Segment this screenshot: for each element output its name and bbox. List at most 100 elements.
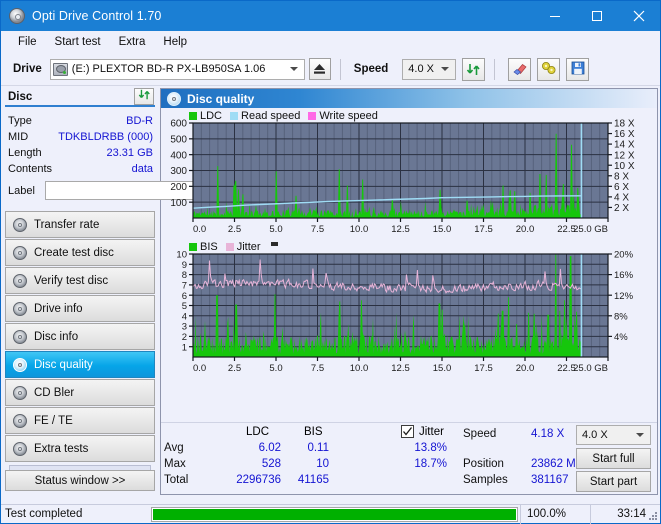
svg-text:6: 6 <box>182 291 187 302</box>
disc-panel-title: Disc <box>8 90 33 103</box>
eject-button[interactable] <box>308 58 331 80</box>
left-panel: Disc Type BD-R MID TDKBLDRBB (000) Lengt… <box>1 86 248 495</box>
sidebar-item-extra-tests[interactable]: Extra tests <box>5 435 155 462</box>
sidebar-item-transfer-rate[interactable]: Transfer rate <box>5 211 155 238</box>
svg-text:12%: 12% <box>614 291 634 302</box>
toolbar-divider-1 <box>339 58 341 80</box>
start-full-button[interactable]: Start full <box>576 448 651 469</box>
sidebar-item-label: Drive info <box>34 302 83 315</box>
legend-swatch-write-speed <box>308 112 317 120</box>
start-part-button[interactable]: Start part <box>576 471 651 492</box>
menu-file[interactable]: File <box>9 34 46 50</box>
maximize-icon[interactable] <box>576 1 618 31</box>
sidebar-item-disc-quality[interactable]: Disc quality <box>5 351 155 378</box>
svg-text:17.5: 17.5 <box>474 363 493 374</box>
svg-text:0.0: 0.0 <box>193 224 206 235</box>
speed-select-value: 4.0 X <box>408 63 434 75</box>
legend-swatch-ldc <box>189 112 197 120</box>
disc-label-row: Label <box>8 180 248 201</box>
menu-help[interactable]: Help <box>154 34 196 50</box>
jitter-label: Jitter <box>419 426 444 438</box>
main-panel: Disc quality LDC Read speed Write speed … <box>160 88 658 495</box>
save-button[interactable] <box>566 57 590 81</box>
erase-button[interactable] <box>508 57 532 81</box>
sidebar-item-label: Transfer rate <box>34 218 100 231</box>
sidebar-item-disc-info[interactable]: Disc info <box>5 323 155 350</box>
sidebar-item-verify-test-disc[interactable]: Verify test disc <box>5 267 155 294</box>
svg-text:8: 8 <box>182 270 187 281</box>
svg-text:20.0: 20.0 <box>516 363 535 374</box>
disc-contents-label: Contents <box>8 163 53 175</box>
disc-icon <box>13 245 27 260</box>
disc-icon <box>9 8 25 24</box>
legend-label-bis: BIS <box>200 241 218 253</box>
svg-text:17.5: 17.5 <box>474 224 493 235</box>
menu-bar: File Start test Extra Help <box>1 31 660 53</box>
svg-text:1: 1 <box>182 342 187 353</box>
bis-total-value: 41165 <box>297 474 329 486</box>
bitsetting-button[interactable] <box>537 57 561 81</box>
bis-chart: BIS Jitter 1 2 3 4 5 6 7 8 9 10 4% 8% 12% 16% 20% 0.0 2.… <box>161 239 657 376</box>
sidebar-item-cd-bler[interactable]: CD Bler <box>5 379 155 406</box>
disc-icon <box>13 357 27 372</box>
disc-info-row: Contents data <box>8 161 153 177</box>
toolbar: Drive (E:) PLEXTOR BD-R PX-LB950SA 1.06 … <box>1 53 660 86</box>
svg-text:25.0 GB: 25.0 GB <box>573 224 608 235</box>
eraser-icon <box>512 61 528 78</box>
disc-icon <box>13 329 27 344</box>
disc-panel-header: Disc <box>5 87 155 107</box>
svg-text:10.0: 10.0 <box>350 224 369 235</box>
disc-icon <box>13 413 27 428</box>
disc-info-row: MID TDKBLDRBB (000) <box>8 129 153 145</box>
sidebar-nav: Transfer rate Create test disc Verify te… <box>5 211 155 477</box>
speed-select[interactable]: 4.0 X <box>402 58 457 80</box>
sidebar-item-create-test-disc[interactable]: Create test disc <box>5 239 155 266</box>
body: Disc Type BD-R MID TDKBLDRBB (000) Lengt… <box>1 86 660 495</box>
svg-text:25.0 GB: 25.0 GB <box>573 363 608 374</box>
sidebar-item-fe-te[interactable]: FE / TE <box>5 407 155 434</box>
drive-select-value: (E:) PLEXTOR BD-R PX-LB950SA 1.06 <box>71 63 266 75</box>
test-speed-select[interactable]: 4.0 X <box>576 425 651 445</box>
window-title: Opti Drive Control 1.70 <box>32 9 162 23</box>
svg-text:3: 3 <box>182 322 187 333</box>
ldc-max-value: 528 <box>261 458 281 470</box>
disc-info-row: Type BD-R <box>8 113 153 129</box>
svg-text:2 X: 2 X <box>614 203 629 214</box>
svg-text:16 X: 16 X <box>614 129 635 140</box>
minimize-icon[interactable] <box>534 1 576 31</box>
disc-mid-label: MID <box>8 131 29 143</box>
status-window-button[interactable]: Status window >> <box>5 470 155 491</box>
sidebar-item-drive-info[interactable]: Drive info <box>5 295 155 322</box>
toolbar-divider-2 <box>494 58 496 80</box>
refresh-button[interactable] <box>462 57 486 81</box>
disc-icon <box>13 301 27 316</box>
jitter-checkbox[interactable] <box>401 425 414 438</box>
menu-start-test[interactable]: Start test <box>46 34 110 50</box>
svg-text:7.5: 7.5 <box>311 363 324 374</box>
status-bar: Test completed 100.0% 33:14 <box>1 504 660 524</box>
disc-type-label: Type <box>8 115 32 127</box>
bis-max-value: 10 <box>316 458 329 470</box>
svg-text:20%: 20% <box>614 250 634 261</box>
resize-grip[interactable] <box>648 511 658 521</box>
refresh-icon <box>466 62 481 77</box>
legend-label-ldc: LDC <box>200 110 223 122</box>
svg-text:2.5: 2.5 <box>228 224 241 235</box>
bitsetting-icon <box>541 61 557 78</box>
svg-text:2.5: 2.5 <box>228 363 241 374</box>
menu-extra[interactable]: Extra <box>110 34 155 50</box>
svg-text:8%: 8% <box>614 311 628 322</box>
legend-label-jitter: Jitter <box>236 241 261 253</box>
svg-text:14 X: 14 X <box>614 140 635 151</box>
disc-mid-value: TDKBLDRBB (000) <box>58 131 153 143</box>
test-speed-value: 4.0 X <box>582 429 608 441</box>
disc-icon <box>13 385 27 400</box>
disc-refresh-button[interactable] <box>134 87 154 105</box>
close-icon[interactable] <box>618 1 660 31</box>
drive-label: Drive <box>13 63 42 75</box>
svg-text:18 X: 18 X <box>614 119 635 130</box>
drive-select[interactable]: (E:) PLEXTOR BD-R PX-LB950SA 1.06 <box>49 58 305 80</box>
bis-plot: 12345678910 4% 8% 12% 16% 20% 0.0 2.5 5.0 7.5 10.0… <box>176 250 634 374</box>
sidebar-item-label: Extra tests <box>34 442 89 455</box>
svg-text:5: 5 <box>182 301 187 312</box>
